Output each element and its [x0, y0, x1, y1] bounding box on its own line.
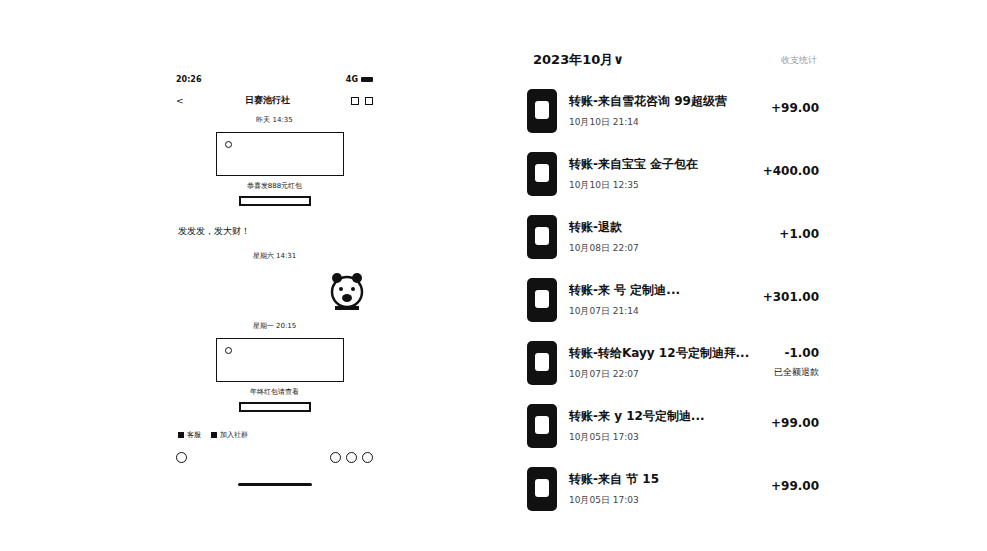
action-icon [211, 432, 217, 438]
red-packet[interactable]: 年终红包请查看 [172, 338, 377, 412]
action-label: 客服 [187, 430, 201, 440]
text-message: 发发发，发大财！ [172, 225, 377, 238]
bill-row[interactable]: 转账-来自雪花咨询 99超级营 10月10日 21:14 +99.00 [527, 79, 819, 142]
bill-header: 2023年10月∨ 收支统计 [527, 51, 819, 69]
quick-actions: 客服 加入社群 [172, 430, 377, 440]
avatar-icon [527, 152, 557, 196]
battery-icon [361, 77, 373, 82]
bill-amount: +99.00 [771, 479, 819, 493]
bill-title: 转账-来自雪花咨询 99超级营 [569, 93, 759, 110]
bill-amount-col: +99.00 [771, 416, 819, 436]
avatar-icon [527, 89, 557, 133]
bear-sticker-icon [327, 270, 367, 312]
avatar-icon [527, 467, 557, 511]
avatar-icon [527, 341, 557, 385]
bill-amount-col: +99.00 [771, 101, 819, 121]
bill-amount: +1.00 [779, 227, 819, 241]
summary-link[interactable]: 收支统计 [781, 54, 817, 67]
bill-row[interactable]: 转账-来 y 12号定制迪... 10月05日 17:03 +99.00 [527, 394, 819, 457]
bill-main: 转账-来自宝宝 金子包在 10月10日 12:35 [569, 156, 751, 192]
bill-main: 转账-来 号 定制迪... 10月07日 21:14 [569, 282, 751, 318]
bill-main: 转账-退款 10月08日 22:07 [569, 219, 767, 255]
bill-time: 10月10日 12:35 [569, 179, 751, 192]
bill-time: 10月07日 21:14 [569, 305, 751, 318]
bill-row[interactable]: 转账-来自 节 15 10月05日 17:03 +99.00 [527, 457, 819, 520]
timestamp: 星期六 14:31 [172, 251, 377, 261]
bill-amount: +301.00 [763, 290, 819, 304]
action-label: 加入社群 [220, 430, 248, 440]
bill-row[interactable]: 转账-退款 10月08日 22:07 +1.00 [527, 205, 819, 268]
status-signal: 4G [346, 75, 373, 84]
status-bar: 20:26 4G [172, 75, 377, 84]
red-packet-caption: 年终红包请查看 [250, 387, 299, 397]
input-bar [172, 452, 377, 463]
bill-time: 10月08日 22:07 [569, 242, 767, 255]
timestamp: 昨天 14:35 [172, 115, 377, 125]
red-packet-card[interactable] [216, 338, 344, 382]
bill-title: 转账-来 号 定制迪... [569, 282, 751, 299]
avatar-icon [527, 215, 557, 259]
timestamp: 星期一 20:15 [172, 321, 377, 331]
bill-main: 转账-转给Kayy 12号定制迪拜... 10月07日 22:07 [569, 345, 762, 381]
members-icon[interactable] [365, 97, 373, 105]
open-button[interactable] [239, 402, 311, 412]
message-list: 昨天 14:35 恭喜发888元红包发发发，发大财！ 星期六 14:31 星期一 20… [172, 115, 377, 412]
bill-amount-col: +1.00 [779, 227, 819, 247]
bill-amount: +400.00 [763, 164, 819, 178]
chat-title: 日赛池行社 [184, 94, 351, 107]
bill-amount-col: -1.00 已全额退款 [774, 346, 819, 379]
bill-amount-col: +301.00 [763, 290, 819, 310]
month-picker[interactable]: 2023年10月∨ [533, 51, 624, 69]
open-button[interactable] [239, 196, 311, 206]
bill-amount: -1.00 [784, 346, 819, 360]
action-icon [178, 432, 184, 438]
home-indicator [238, 483, 312, 486]
bill-amount: +99.00 [771, 416, 819, 430]
bill-main: 转账-来自 节 15 10月05日 17:03 [569, 471, 759, 507]
bill-amount-col: +99.00 [771, 479, 819, 499]
bill-rows: 转账-来自雪花咨询 99超级营 10月10日 21:14 +99.00 转账-来自宝宝… [527, 79, 819, 520]
voice-icon[interactable] [176, 452, 187, 463]
signal-text: 4G [346, 75, 358, 84]
bill-time: 10月07日 22:07 [569, 368, 762, 381]
bill-row[interactable]: 转账-转给Kayy 12号定制迪拜... 10月07日 22:07 -1.00 已全额… [527, 331, 819, 394]
plus-icon[interactable] [362, 452, 373, 463]
bill-title: 转账-来自宝宝 金子包在 [569, 156, 751, 173]
quick-action[interactable]: 客服 [178, 430, 201, 440]
chat-header: <日赛池行社 [172, 94, 377, 107]
bill-main: 转账-来 y 12号定制迪... 10月05日 17:03 [569, 408, 759, 444]
back-button[interactable]: < [176, 96, 184, 106]
mini-program-icon[interactable] [351, 97, 359, 105]
bill-row[interactable]: 转账-来 号 定制迪... 10月07日 21:14 +301.00 [527, 268, 819, 331]
red-packet[interactable]: 恭喜发888元红包 [172, 132, 377, 206]
input-tools [330, 452, 373, 463]
bill-title: 转账-来 y 12号定制迪... [569, 408, 759, 425]
bill-time: 10月10日 21:14 [569, 116, 759, 129]
quick-action[interactable]: 加入社群 [211, 430, 248, 440]
red-packet-caption: 恭喜发888元红包 [247, 181, 302, 191]
bill-amount-col: +400.00 [763, 164, 819, 184]
status-time: 20:26 [176, 75, 201, 84]
bill-title: 转账-来自 节 15 [569, 471, 759, 488]
bill-time: 10月05日 17:03 [569, 431, 759, 444]
red-packet-card[interactable] [216, 132, 344, 176]
sticker [325, 268, 369, 314]
bill-title: 转账-退款 [569, 219, 767, 236]
avatar-icon [527, 278, 557, 322]
bill-note: 已全额退款 [774, 366, 819, 379]
bill-amount: +99.00 [771, 101, 819, 115]
bill-main: 转账-来自雪花咨询 99超级营 10月10日 21:14 [569, 93, 759, 129]
month-label: 2023年10月 [533, 52, 613, 67]
chat-screen: 20:264G<日赛池行社昨天 14:35恭喜发888元红包发发发，发大财！星期… [172, 75, 377, 551]
emoji-icon[interactable] [346, 452, 357, 463]
month-arrow: ∨ [613, 52, 624, 67]
avatar-icon [527, 404, 557, 448]
bill-list: 2023年10月∨ 收支统计转账-来自雪花咨询 99超级营 10月10日 21:14… [527, 51, 819, 551]
bill-time: 10月05日 17:03 [569, 494, 759, 507]
header-icons [351, 97, 373, 105]
bill-title: 转账-转给Kayy 12号定制迪拜... [569, 345, 762, 362]
emoji-icon[interactable] [330, 452, 341, 463]
bill-row[interactable]: 转账-来自宝宝 金子包在 10月10日 12:35 +400.00 [527, 142, 819, 205]
